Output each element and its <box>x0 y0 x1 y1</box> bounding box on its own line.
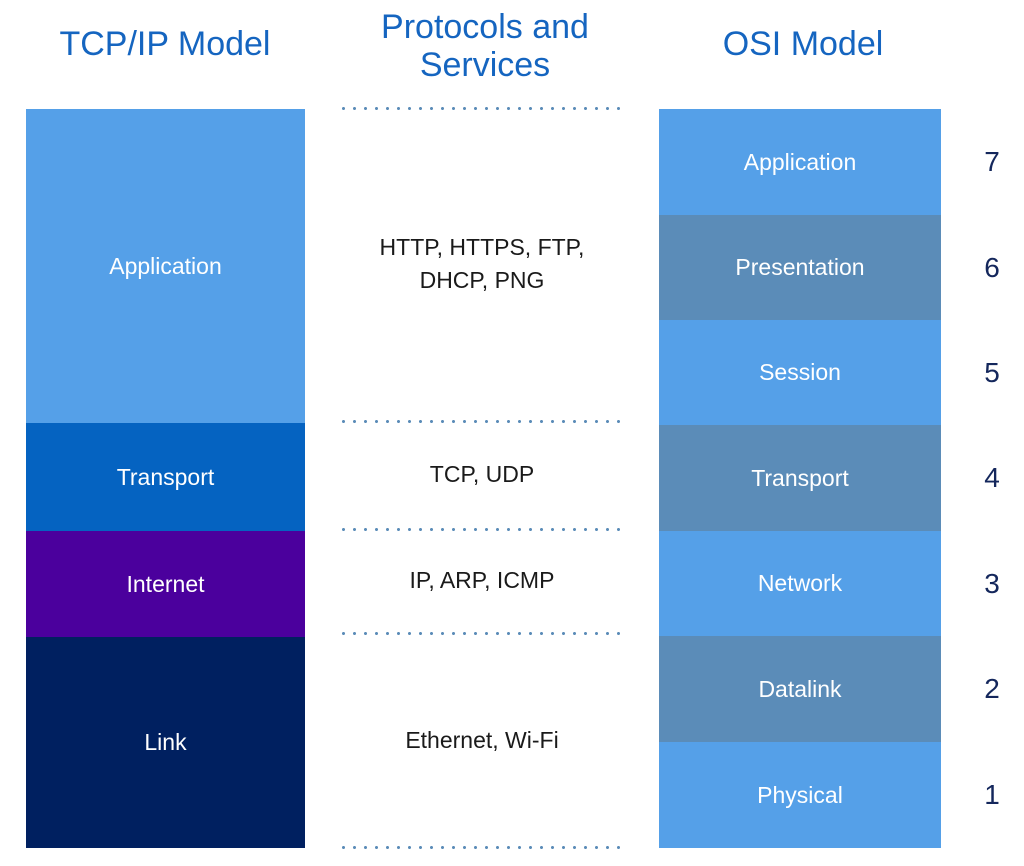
protocols-row-text: Ethernet, Wi-Fi <box>405 726 559 753</box>
osi-layer-label: Transport <box>751 464 849 491</box>
osi-layer-physical: Physical <box>659 742 941 848</box>
protocols-row-text: TCP, UDP <box>429 460 535 487</box>
osi-layer-label: Application <box>743 148 857 175</box>
osi-layer-number: 5 <box>984 356 1000 388</box>
osi-layer-number: 6 <box>984 251 1000 283</box>
tcpip-layer-link: Link <box>26 637 305 848</box>
tcpip-layer-label: Application <box>109 252 222 279</box>
tcpip-model-heading: TCP/IP Model <box>59 25 271 63</box>
osi-layer-label: Presentation <box>735 254 865 280</box>
osi-layer-number: 2 <box>984 673 1000 704</box>
tcpip-layer-internet: Internet <box>26 531 305 637</box>
osi-layer-number: 3 <box>984 567 1000 599</box>
tcpip-layer-label: Transport <box>116 463 215 490</box>
osi-layer-number-column: 7 6 5 4 3 2 1 <box>960 109 1024 848</box>
tcpip-layer-application: Application <box>26 109 305 423</box>
protocols-row-text: IP, ARP, ICMP <box>409 566 555 593</box>
osi-layer-number: 1 <box>984 779 1000 810</box>
protocols-and-services-heading: Protocols and Services <box>381 8 589 85</box>
osi-layer-presentation: Presentation <box>659 215 941 320</box>
osi-layer-number: 7 <box>984 146 1000 177</box>
osi-layer-transport: Transport <box>659 425 941 531</box>
osi-layer-application: Application <box>659 109 941 215</box>
tcpip-layer-transport: Transport <box>26 423 305 531</box>
osi-layer-datalink: Datalink <box>659 636 941 742</box>
protocols-row: IP, ARP, ICMP <box>338 528 626 632</box>
protocols-row: HTTP, HTTPS, FTP, DHCP, PNG <box>338 108 626 420</box>
osi-layer-label: Datalink <box>758 675 842 702</box>
osi-layer-label: Physical <box>757 781 843 808</box>
osi-layer-session: Session <box>659 320 941 425</box>
osi-layer-label: Network <box>757 570 843 596</box>
osi-layer-stack: Application Presentation Session Transport N… <box>659 109 941 848</box>
tcpip-layer-label: Internet <box>126 570 205 597</box>
tcpip-layer-stack: Application Transport Internet Link <box>26 109 305 848</box>
osi-layer-label: Session <box>759 359 841 385</box>
tcpip-layer-label: Link <box>144 729 187 755</box>
protocols-services-column: HTTP, HTTPS, FTP, DHCP, PNG TCP, UDP IP, A… <box>338 107 626 849</box>
protocols-row: TCP, UDP <box>338 420 626 528</box>
osi-model-heading: OSI Model <box>722 25 884 63</box>
protocols-row: Ethernet, Wi-Fi <box>338 632 626 848</box>
network-model-comparison-diagram: TCP/IP Model Protocols and Services OSI … <box>0 0 1024 866</box>
osi-layer-number: 4 <box>984 462 1000 493</box>
osi-layer-network: Network <box>659 531 941 636</box>
protocols-row-text: HTTP, HTTPS, FTP, DHCP, PNG <box>379 234 585 293</box>
